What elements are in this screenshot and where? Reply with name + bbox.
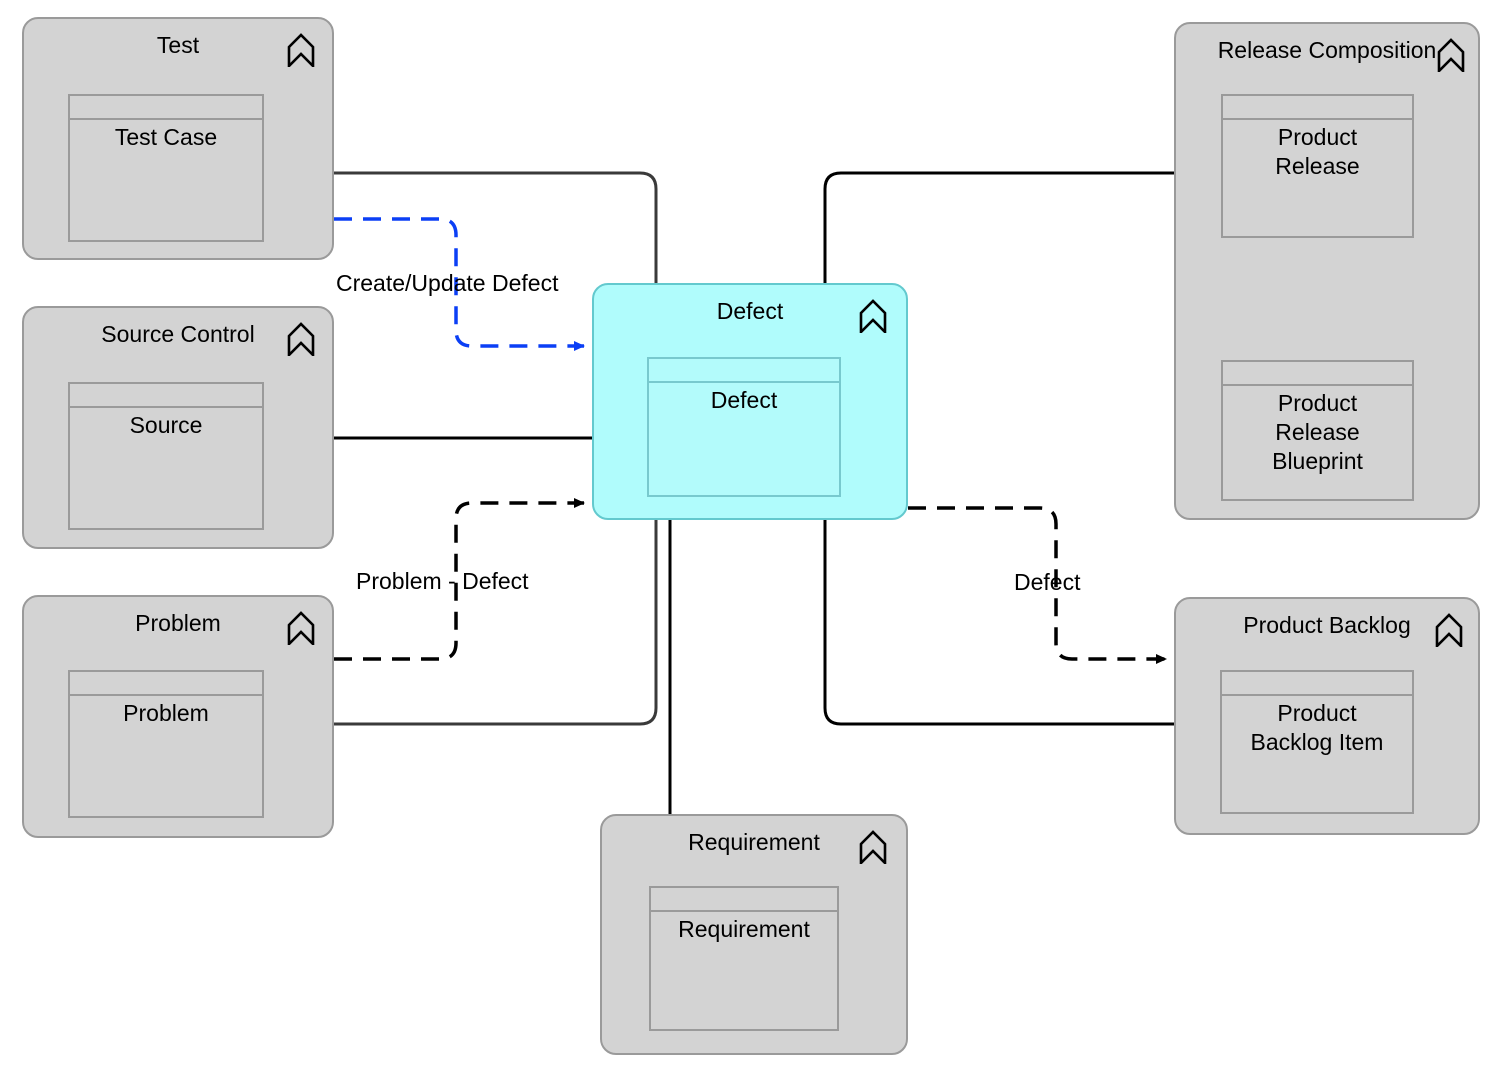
classbox-source[interactable]: Source [68, 382, 264, 530]
classbox-header-strip [70, 384, 262, 408]
chevron-up-outline-icon [859, 830, 887, 864]
classbox-label: Defect [710, 387, 778, 413]
classbox-product-release-blueprint[interactable]: Product Release Blueprint [1221, 360, 1414, 501]
group-test[interactable]: Test Test Case [22, 17, 334, 260]
classbox-header-strip [70, 96, 262, 120]
chevron-up-outline-icon [1437, 38, 1465, 72]
chevron-up-outline-icon [1435, 613, 1463, 647]
group-defect[interactable]: Defect Defect [592, 283, 908, 520]
classbox-problem[interactable]: Problem [68, 670, 264, 818]
classbox-product-release[interactable]: Product Release [1221, 94, 1414, 238]
group-release-composition[interactable]: Release Composition Product Release Prod… [1174, 22, 1480, 520]
classbox-label: Product Backlog Item [1250, 700, 1384, 755]
classbox-label: Problem [123, 700, 209, 726]
classbox-label: Product Release [1275, 124, 1360, 179]
group-source-control[interactable]: Source Control Source [22, 306, 334, 549]
classbox-header-strip [1223, 96, 1412, 120]
classbox-requirement[interactable]: Requirement [649, 886, 839, 1031]
group-title-product-backlog: Product Backlog [1243, 612, 1411, 638]
group-title-release-composition: Release Composition [1217, 37, 1437, 63]
classbox-header-strip [1222, 672, 1412, 696]
classbox-label: Product Release Blueprint [1272, 390, 1363, 474]
classbox-defect[interactable]: Defect [647, 357, 841, 497]
classbox-label: Source [129, 412, 203, 438]
chevron-up-outline-icon [859, 299, 887, 333]
classbox-product-backlog-item[interactable]: Product Backlog Item [1220, 670, 1414, 814]
chevron-up-outline-icon [287, 611, 315, 645]
group-product-backlog[interactable]: Product Backlog Product Backlog Item [1174, 597, 1480, 835]
classbox-header-strip [651, 888, 837, 912]
edge-label-problem-defect: Problem - Defect [356, 568, 529, 594]
classbox-header-strip [649, 359, 839, 383]
diagram-canvas: Test Test Case Source Control Source Pro… [0, 0, 1502, 1074]
chevron-up-outline-icon [287, 33, 315, 67]
classbox-header-strip [70, 672, 262, 696]
classbox-label: Test Case [114, 124, 218, 150]
classbox-header-strip [1223, 362, 1412, 386]
chevron-up-outline-icon [287, 322, 315, 356]
edge-label-create-update-defect: Create/Update Defect [336, 270, 559, 296]
group-problem[interactable]: Problem Problem [22, 595, 334, 838]
classbox-test-case[interactable]: Test Case [68, 94, 264, 242]
classbox-label: Requirement [678, 916, 810, 942]
connector-defect-to-backlog-item [823, 495, 1218, 726]
edge-label-defect-backlog: Defect [1014, 569, 1081, 595]
group-requirement[interactable]: Requirement Requirement [600, 814, 908, 1055]
